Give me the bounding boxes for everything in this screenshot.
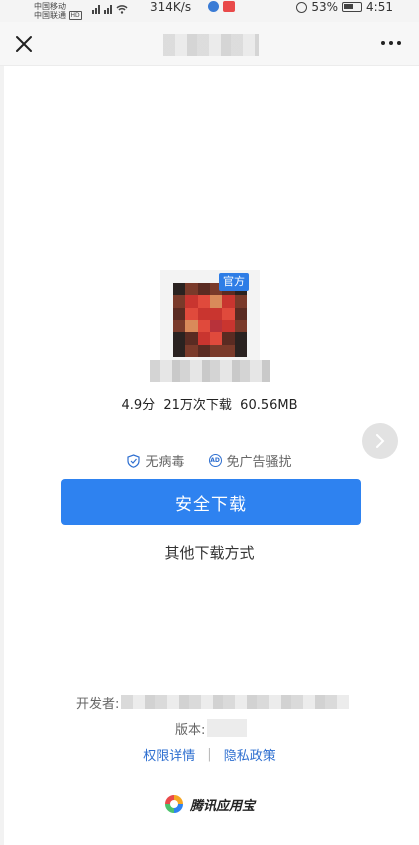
status-right: 53% 4:51 bbox=[296, 0, 393, 14]
carrier-1: 中国移动 bbox=[34, 2, 66, 11]
icon-mosaic-cell bbox=[209, 319, 223, 333]
no-ads-badge: AD 免广告骚扰 bbox=[208, 451, 292, 470]
icon-mosaic-cell bbox=[185, 344, 198, 357]
virus-free-label: 无病毒 bbox=[145, 455, 185, 470]
more-dot bbox=[389, 41, 393, 45]
icon-mosaic-cell bbox=[234, 332, 247, 345]
clock: 4:51 bbox=[366, 0, 393, 14]
icon-mosaic-cell bbox=[185, 319, 198, 333]
virus-free-badge: 无病毒 bbox=[127, 451, 185, 470]
icon-mosaic-cell bbox=[222, 344, 235, 357]
icon-mosaic-cell bbox=[222, 332, 235, 345]
icon-mosaic-cell bbox=[197, 307, 210, 320]
alarm-icon bbox=[296, 1, 308, 13]
no-ads-label: 免广告骚扰 bbox=[226, 455, 292, 470]
icon-mosaic-cell bbox=[173, 332, 186, 345]
app-icon bbox=[173, 283, 247, 357]
icon-mosaic-cell bbox=[209, 295, 223, 308]
app-stats: 4.9分 21万次下载 60.56MB bbox=[121, 398, 298, 413]
permissions-link[interactable]: 权限详情 bbox=[143, 745, 195, 764]
icon-mosaic-cell bbox=[185, 307, 198, 320]
icon-mosaic-cell bbox=[173, 307, 186, 320]
brand-footer: 腾讯应用宝 bbox=[0, 794, 419, 814]
version-value-redacted bbox=[207, 719, 248, 737]
icon-mosaic-cell bbox=[209, 307, 223, 320]
icon-mosaic-cell bbox=[209, 332, 223, 345]
icon-mosaic-cell bbox=[185, 332, 198, 345]
more-dot bbox=[397, 41, 401, 45]
battery-icon bbox=[342, 2, 363, 12]
official-badge: 官方 bbox=[219, 273, 249, 291]
app-name-redacted bbox=[150, 360, 270, 382]
developer-name-redacted bbox=[121, 695, 350, 709]
icon-mosaic-cell bbox=[234, 295, 247, 308]
close-icon[interactable] bbox=[12, 32, 36, 56]
icon-mosaic-cell bbox=[197, 295, 210, 308]
battery-percent: 53% bbox=[311, 0, 339, 14]
shield-check-icon bbox=[127, 453, 141, 468]
carrier-2: 中国联通 HD bbox=[34, 11, 82, 20]
more-options-icon[interactable] bbox=[381, 41, 401, 45]
more-dot bbox=[381, 41, 385, 45]
developer-label: 开发者: bbox=[76, 696, 120, 712]
top-nav-bar bbox=[0, 22, 419, 66]
icon-mosaic-cell bbox=[185, 295, 198, 308]
ad-icon: AD bbox=[208, 454, 222, 467]
icon-mosaic-cell bbox=[222, 319, 235, 333]
version-label: 版本: bbox=[175, 722, 206, 738]
safe-download-button[interactable]: 安全下载 bbox=[61, 479, 361, 525]
icon-mosaic-cell bbox=[197, 283, 210, 296]
link-separator: | bbox=[207, 747, 212, 762]
icon-mosaic-cell bbox=[234, 344, 247, 357]
icon-mosaic-cell bbox=[222, 295, 235, 308]
signal-wifi-icon bbox=[92, 5, 128, 14]
other-download-link[interactable]: 其他下载方式 bbox=[0, 542, 419, 563]
icon-mosaic-cell bbox=[197, 332, 210, 345]
footer-links: 权限详情 | 隐私政策 bbox=[0, 745, 419, 764]
icon-mosaic-cell bbox=[173, 319, 186, 333]
carrier-info: 中国移动 中国联通 HD bbox=[34, 2, 82, 20]
notification-app-icon bbox=[208, 1, 219, 12]
icon-mosaic-cell bbox=[209, 344, 223, 357]
notification-app-icon-2 bbox=[223, 1, 235, 12]
icon-mosaic-cell bbox=[173, 295, 186, 308]
icon-mosaic-cell bbox=[197, 319, 210, 333]
privacy-policy-link[interactable]: 隐私政策 bbox=[224, 745, 276, 764]
developer-row: 开发者: bbox=[76, 692, 350, 712]
version-row: 版本: bbox=[175, 718, 248, 738]
icon-mosaic-cell bbox=[222, 307, 235, 320]
chevron-right-icon bbox=[376, 434, 385, 448]
carrier-2-label: 中国联通 bbox=[34, 11, 66, 20]
icon-mosaic-cell bbox=[234, 307, 247, 320]
icon-mosaic-cell bbox=[185, 283, 198, 296]
tencent-appstore-logo-icon bbox=[164, 795, 183, 813]
safety-badges: 无病毒 AD 免广告骚扰 bbox=[0, 451, 419, 470]
hd-badge: HD bbox=[68, 11, 82, 20]
icon-mosaic-cell bbox=[173, 344, 186, 357]
page-title-redacted bbox=[163, 34, 259, 56]
icon-mosaic-cell bbox=[173, 283, 186, 296]
icon-mosaic-cell bbox=[197, 344, 210, 357]
status-bar: 中国移动 中国联通 HD 314K/s 53% 4:51 bbox=[0, 0, 419, 22]
brand-name: 腾讯应用宝 bbox=[189, 798, 255, 814]
icon-mosaic-cell bbox=[234, 319, 247, 333]
network-speed: 314K/s bbox=[150, 0, 192, 14]
